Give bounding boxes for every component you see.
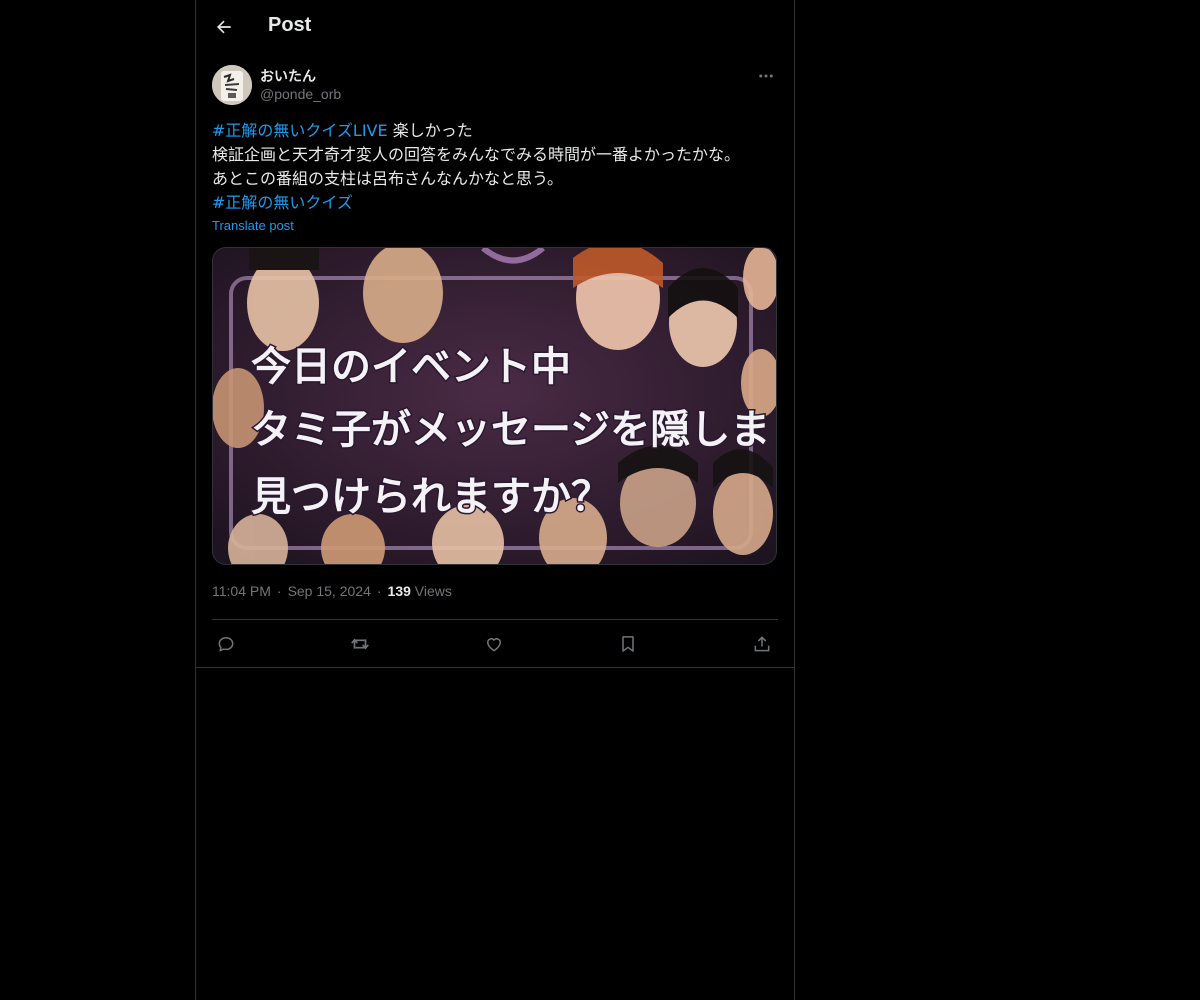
views-count: 139 — [387, 583, 411, 599]
post-date[interactable]: Sep 15, 2024 — [288, 583, 371, 599]
tweet-text-segment: 楽しかった — [387, 121, 473, 140]
more-icon — [759, 74, 773, 78]
tweet-text-line: あとこの番組の支柱は呂布さんなんかなと思う。 — [212, 169, 564, 188]
more-options-button[interactable] — [754, 64, 778, 88]
hashtag-link[interactable]: #正解の無いクイズ — [212, 193, 353, 212]
like-button[interactable] — [480, 630, 508, 658]
bookmark-button[interactable] — [614, 630, 642, 658]
translate-post-link[interactable]: Translate post — [212, 218, 294, 233]
author-handle[interactable]: @ponde_orb — [260, 86, 341, 102]
repost-button[interactable] — [346, 630, 374, 658]
media-caption-line: タミ子がメッセージを隠しました。 — [251, 407, 777, 453]
action-bar — [212, 630, 778, 658]
reply-button[interactable] — [212, 630, 240, 658]
tweet-text-line: 検証企画と天才奇才変人の回答をみんなでみる時間が一番よかったかな。 — [212, 145, 741, 164]
views-label: Views — [414, 583, 452, 599]
post-meta: 11:04 PM · Sep 15, 2024 · 139 Views — [212, 583, 452, 599]
post-column: Post おいたん @ponde_orb #正解の無いクイズLIVE 楽しかった… — [195, 0, 795, 1000]
media-caption-line: 見つけられますか？ — [251, 474, 611, 520]
author-row: おいたん @ponde_orb — [212, 64, 778, 108]
hashtag-link[interactable]: #正解の無いクイズLIVE — [212, 121, 388, 140]
reply-icon — [218, 637, 234, 652]
meta-separator: · — [376, 583, 382, 599]
avatar-image — [212, 65, 252, 105]
bookmark-icon — [622, 636, 634, 652]
back-button[interactable] — [208, 11, 240, 43]
repost-icon — [351, 638, 369, 650]
tweet-media-image[interactable]: 今日のイベント中 タミ子がメッセージを隠しました。 見つけられますか？ — [212, 247, 777, 565]
tweet-text: #正解の無いクイズLIVE 楽しかった 検証企画と天才奇才変人の回答をみんなでみ… — [212, 119, 778, 215]
divider — [212, 619, 778, 620]
post-header: Post — [196, 0, 794, 53]
media-picture: 今日のイベント中 タミ子がメッセージを隠しました。 見つけられますか？ — [213, 248, 777, 564]
avatar[interactable] — [212, 65, 252, 105]
like-icon — [487, 638, 501, 652]
arrow-left-icon — [217, 20, 231, 34]
post-time[interactable]: 11:04 PM — [212, 583, 271, 599]
divider — [196, 667, 794, 668]
share-button[interactable] — [748, 630, 776, 658]
meta-separator: · — [276, 583, 282, 599]
share-icon — [754, 636, 770, 652]
media-caption-line: 今日のイベント中 — [251, 344, 571, 390]
author-display-name[interactable]: おいたん — [260, 66, 316, 86]
page-title: Post — [268, 14, 312, 36]
